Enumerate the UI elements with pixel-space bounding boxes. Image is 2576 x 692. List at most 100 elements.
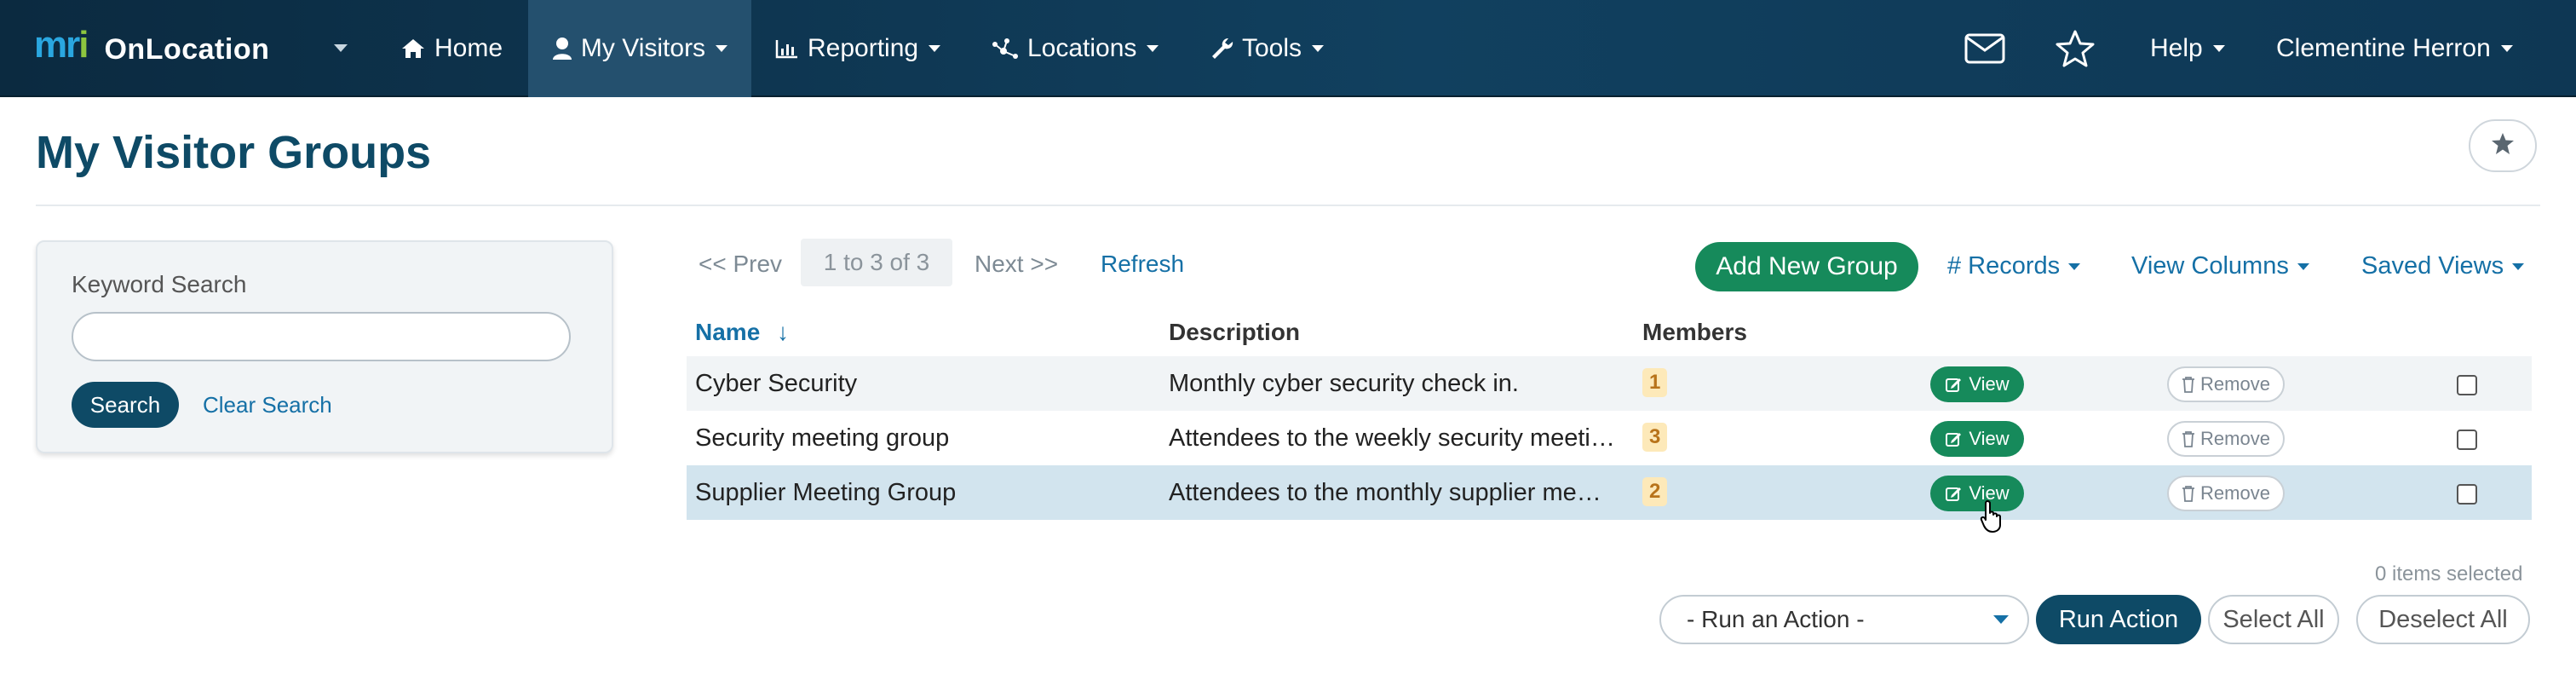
user-icon (552, 37, 572, 61)
members-count-badge: 2 (1642, 477, 1668, 506)
nav-locations[interactable]: Locations (992, 0, 1159, 97)
keyword-search-label: Keyword Search (72, 271, 247, 297)
page-title: My Visitor Groups (36, 127, 432, 178)
column-header-description: Description (1169, 319, 1301, 345)
view-button[interactable]: View (1930, 421, 2024, 457)
table-row: Cyber Security Monthly cyber security ch… (687, 356, 2532, 411)
select-all-button[interactable]: Select All (2208, 595, 2339, 644)
chevron-down-icon (929, 45, 941, 52)
refresh-link[interactable]: Refresh (1101, 251, 1184, 278)
brand-menu-caret-icon[interactable] (334, 44, 348, 52)
members-count-badge: 1 (1642, 368, 1668, 397)
add-new-group-button[interactable]: Add New Group (1695, 242, 1918, 291)
pager-prev[interactable]: << Prev (699, 251, 782, 278)
brand-name: OnLocation (104, 32, 270, 66)
keyword-search-input[interactable] (72, 312, 571, 361)
view-button[interactable]: View (1930, 476, 2024, 511)
group-name: Cyber Security (695, 370, 858, 397)
members-count-badge: 3 (1642, 423, 1668, 452)
remove-button-label: Remove (2200, 373, 2270, 395)
saved-views-label: Saved Views (2361, 252, 2504, 280)
edit-icon (1945, 430, 1962, 447)
sort-descending-icon: ↓ (777, 319, 790, 345)
trash-icon (2182, 430, 2195, 447)
column-header-name[interactable]: Name ↓ (695, 319, 789, 346)
view-button[interactable]: View (1930, 366, 2024, 402)
chevron-down-icon (2500, 45, 2513, 52)
items-selected-count: 0 items selected (2375, 562, 2523, 585)
hand-cursor-icon (1980, 499, 2005, 538)
chevron-down-icon (1312, 45, 1325, 52)
nav-home-label: Home (434, 34, 503, 62)
row-checkbox[interactable] (2457, 484, 2477, 505)
records-dropdown[interactable]: # Records (1947, 252, 2081, 280)
group-description: Monthly cyber security check in. (1169, 370, 1519, 397)
row-checkbox[interactable] (2457, 430, 2477, 450)
nav-tools[interactable]: Tools (1210, 0, 1325, 97)
nav-reporting-label: Reporting (808, 34, 919, 62)
nav-favorites[interactable] (2055, 0, 2104, 97)
trash-icon (2182, 485, 2195, 502)
nav-my-visitors[interactable]: My Visitors (528, 0, 751, 97)
remove-button-label: Remove (2200, 428, 2270, 449)
column-header-members: Members (1642, 319, 1747, 345)
records-dropdown-label: # Records (1947, 252, 2061, 280)
edit-icon (1945, 485, 1962, 502)
home-icon (400, 37, 426, 60)
group-name: Supplier Meeting Group (695, 479, 957, 506)
nav-user-menu[interactable]: Clementine Herron (2276, 0, 2513, 97)
search-panel: Keyword Search Search Clear Search (36, 240, 613, 453)
chevron-down-icon (716, 45, 728, 52)
nav-tools-label: Tools (1242, 34, 1302, 62)
nav-help[interactable]: Help (2150, 0, 2225, 97)
nav-locations-label: Locations (1027, 34, 1137, 62)
divider (36, 205, 2540, 206)
view-button-label: View (1969, 428, 2010, 449)
table-row: Supplier Meeting Group Attendees to the … (687, 465, 2532, 520)
deselect-all-button[interactable]: Deselect All (2356, 595, 2530, 644)
chart-icon (775, 38, 799, 59)
trash-icon (2182, 376, 2195, 393)
chevron-down-icon (2212, 45, 2225, 52)
pager-range: 1 to 3 of 3 (801, 239, 952, 286)
group-name: Security meeting group (695, 424, 950, 452)
chevron-down-icon (2297, 262, 2309, 270)
user-name: Clementine Herron (2276, 34, 2491, 62)
column-header-name-label: Name (695, 319, 761, 345)
chevron-down-icon (2068, 262, 2081, 270)
network-icon (992, 37, 1019, 60)
search-button[interactable]: Search (72, 382, 179, 428)
mail-icon (1964, 33, 2005, 64)
edit-icon (1945, 376, 1962, 393)
favorite-page-button[interactable] (2469, 119, 2537, 172)
group-description: Attendees to the monthly supplier me… (1169, 479, 1601, 506)
pager-next[interactable]: Next >> (975, 251, 1058, 278)
nav-help-label: Help (2150, 34, 2203, 62)
run-action-button[interactable]: Run Action (2036, 595, 2201, 644)
saved-views-dropdown[interactable]: Saved Views (2361, 252, 2525, 280)
remove-button[interactable]: Remove (2167, 421, 2285, 457)
view-columns-dropdown[interactable]: View Columns (2131, 252, 2309, 280)
nav-my-visitors-label: My Visitors (580, 34, 706, 62)
run-action-select[interactable]: - Run an Action - (1659, 595, 2029, 644)
chevron-down-icon (1993, 615, 2009, 624)
star-icon (2491, 132, 2515, 159)
view-columns-label: View Columns (2131, 252, 2289, 280)
mri-logo: mri (34, 24, 89, 66)
remove-button[interactable]: Remove (2167, 476, 2285, 511)
wrench-icon (1210, 37, 1233, 61)
row-checkbox[interactable] (2457, 375, 2477, 395)
star-icon (2055, 29, 2096, 68)
chevron-down-icon (2512, 262, 2525, 270)
nav-home[interactable]: Home (400, 0, 503, 97)
brand[interactable]: mri OnLocation (34, 24, 269, 75)
top-navbar: mri OnLocation Home My Visitors Reportin… (0, 0, 2576, 97)
group-description: Attendees to the weekly security meeti… (1169, 424, 1615, 452)
table-row: Security meeting group Attendees to the … (687, 411, 2532, 465)
remove-button[interactable]: Remove (2167, 366, 2285, 402)
clear-search-link[interactable]: Clear Search (203, 392, 332, 418)
remove-button-label: Remove (2200, 482, 2270, 504)
nav-messages[interactable] (1964, 0, 2014, 97)
nav-reporting[interactable]: Reporting (775, 0, 941, 97)
chevron-down-icon (1147, 45, 1159, 52)
